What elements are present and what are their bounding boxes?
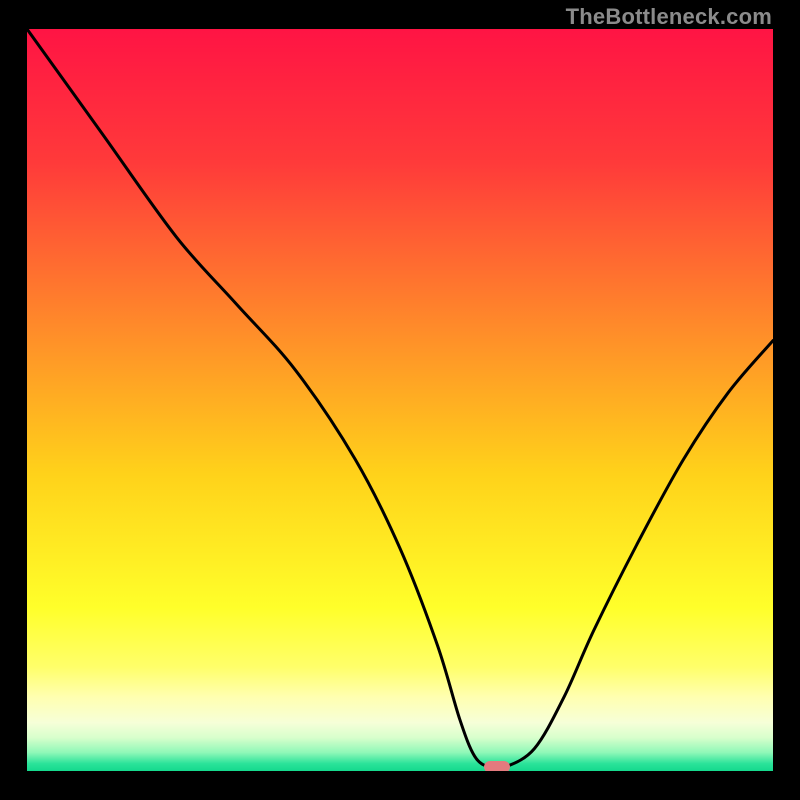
optimal-marker bbox=[484, 761, 510, 771]
watermark-text: TheBottleneck.com bbox=[566, 4, 772, 30]
plot-area bbox=[27, 29, 773, 771]
background-gradient bbox=[27, 29, 773, 771]
chart-frame: TheBottleneck.com bbox=[0, 0, 800, 800]
